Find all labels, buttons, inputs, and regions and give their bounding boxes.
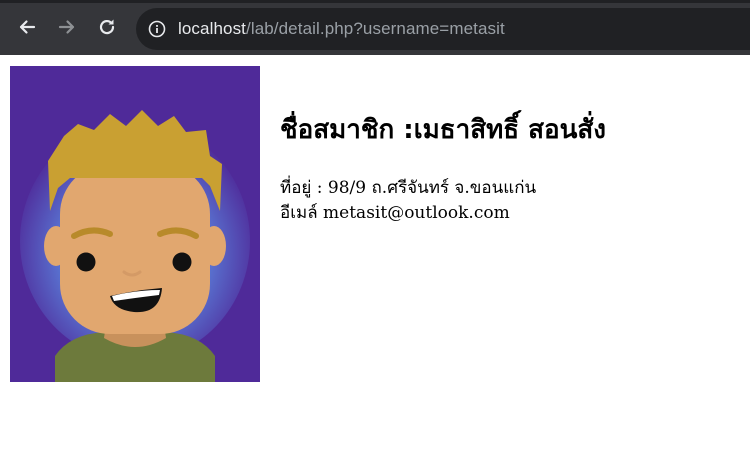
browser-toolbar: localhost/lab/detail.php?username=metasi… [0,0,750,55]
reload-button[interactable] [91,11,123,43]
reload-icon [99,19,115,35]
email-line: อีเมล์ metasit@outlook.com [280,203,510,223]
info-circle-icon[interactable] [148,20,166,38]
url-host: localhost [178,19,246,38]
url-text[interactable]: localhost/lab/detail.php?username=metasi… [178,19,505,39]
address-line: ที่อยู่ : 98/9 ถ.ศรีจันทร์ จ.ขอนแก่น [280,178,537,198]
url-path: /lab/detail.php?username=metasit [246,19,505,38]
member-name-heading: ชื่อสมาชิก :เมธาสิทธิ์ สอนสั่ง [280,115,606,145]
arrow-left-icon [19,20,36,34]
member-info: ที่อยู่ : 98/9 ถ.ศรีจันทร์ จ.ขอนแก่น อีเ… [280,176,740,226]
member-avatar [10,66,260,382]
address-bar[interactable]: localhost/lab/detail.php?username=metasi… [136,8,750,50]
member-details: ชื่อสมาชิก :เมธาสิทธิ์ สอนสั่ง ที่อยู่ :… [280,108,740,226]
arrow-right-icon [58,20,75,34]
forward-button[interactable] [51,11,83,43]
back-button[interactable] [11,11,43,43]
